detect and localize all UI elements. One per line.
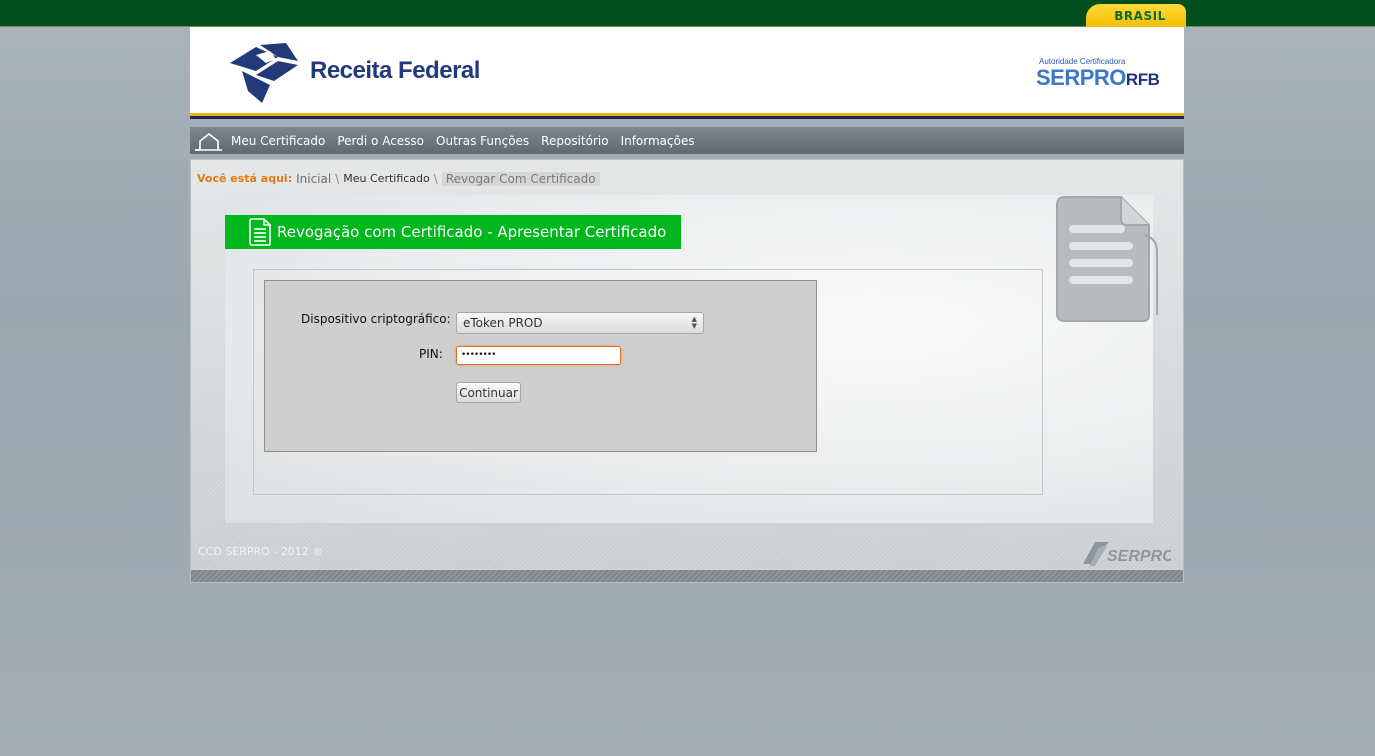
nav-item-perdi-o-acesso[interactable]: Perdi o Acesso [337, 134, 424, 148]
footer-strip [191, 570, 1183, 582]
select-arrows-icon: ▲ ▼ [691, 315, 697, 330]
footer-copyright: CCD SERPRO - 2012 ® [198, 545, 324, 558]
pin-input-value: •••••••• [461, 350, 496, 360]
breadcrumb: Você está aqui: Inicial \ Meu Certificad… [197, 171, 600, 186]
home-icon[interactable] [194, 129, 222, 153]
nav-item-repositorio[interactable]: Repositório [541, 134, 608, 148]
nav-item-outras-funcoes[interactable]: Outras Funções [436, 134, 529, 148]
gov-top-bar: BRASIL [0, 0, 1375, 27]
site-header: Receita Federal Autoridade Certificadora… [190, 27, 1184, 119]
breadcrumb-item-current: Revogar Com Certificado [441, 171, 600, 186]
pin-label: PIN: [419, 347, 443, 361]
document-icon [1056, 196, 1158, 322]
breadcrumb-separator: \ [335, 171, 340, 186]
device-label: Dispositivo criptográfico: [301, 312, 451, 326]
nav-item-meu-certificado[interactable]: Meu Certificado [231, 134, 325, 148]
brasil-link[interactable]: BRASIL [1086, 4, 1186, 27]
receita-federal-logo-icon[interactable] [226, 41, 306, 105]
breadcrumb-separator: \ [433, 171, 438, 186]
nav-item-informacoes[interactable]: Informações [621, 134, 695, 148]
continue-button[interactable]: Continuar [456, 382, 521, 403]
breadcrumb-item-meu-certificado[interactable]: Meu Certificado [343, 172, 430, 185]
certificate-form: Dispositivo criptográfico: eToken PROD ▲… [264, 280, 817, 452]
document-icon [249, 218, 271, 246]
receita-federal-logo-text: Receita Federal [310, 57, 480, 84]
serpro-rfb-logo: SERPRORFB [1036, 65, 1160, 91]
breadcrumb-prefix: Você está aqui: [197, 172, 293, 185]
header-divider [190, 113, 1184, 119]
device-select-value: eToken PROD [463, 316, 543, 330]
page-title: Revogação com Certificado - Apresentar C… [277, 223, 667, 241]
content-panel: Revogação com Certificado - Apresentar C… [225, 195, 1158, 523]
form-wrapper: Dispositivo criptográfico: eToken PROD ▲… [253, 269, 1043, 495]
serpro-footer-logo-text: SERPRO [1107, 548, 1171, 565]
pin-input[interactable]: •••••••• [456, 346, 621, 365]
serpro-logo-text: SERPRO [1036, 65, 1126, 90]
device-select[interactable]: eToken PROD ▲ ▼ [456, 312, 704, 334]
main-container: Você está aqui: Inicial \ Meu Certificad… [190, 159, 1184, 583]
breadcrumb-item-inicial[interactable]: Inicial [296, 172, 331, 186]
page-title-bar: Revogação com Certificado - Apresentar C… [225, 215, 681, 249]
rfb-logo-text: RFB [1125, 70, 1160, 89]
serpro-footer-logo-icon: SERPRO [1083, 542, 1171, 566]
main-nav: Meu Certificado Perdi o Acesso Outras Fu… [190, 127, 1184, 154]
